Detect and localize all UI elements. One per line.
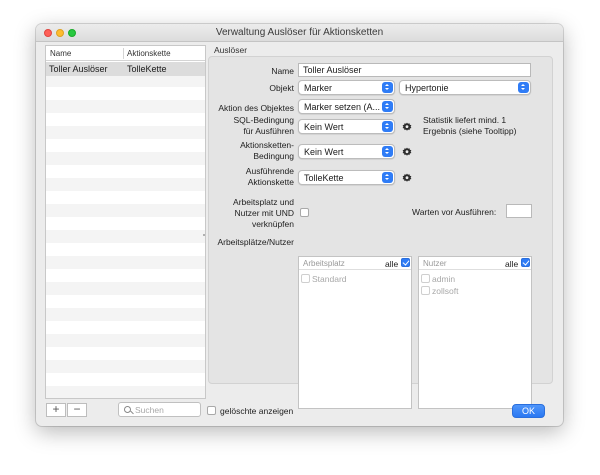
show-deleted-checkbox[interactable] [207,406,216,415]
user-checkbox[interactable] [421,286,430,295]
user-all-checkbox[interactable] [521,258,530,267]
sql-select[interactable]: Kein Wert [298,119,395,134]
search-icon [124,406,131,413]
chevron-updown-icon [382,121,393,132]
workplace-list-header: Arbeitsplatz alle [299,257,411,270]
list-header: Name Aktionskette [46,46,205,61]
exec-chain-label-line2: Aktionskette [247,177,294,187]
user-checkbox[interactable] [421,274,430,283]
chevron-updown-icon [382,146,393,157]
window-title: Verwaltung Auslöser für Aktionsketten [215,27,384,38]
chain-cond-label-line1: Aktionsketten- [240,140,294,150]
remove-button[interactable]: − [67,403,87,417]
user-list-header: Nutzer alle [419,257,531,270]
row-name: Toller Auslöser [49,64,108,74]
action-select[interactable]: Marker setzen (A... [298,99,395,114]
workplace-list-title: Arbeitsplatz [303,259,345,268]
sql-hint-line1: Statistik liefert mind. 1 [423,115,507,125]
workplace-all-checkbox[interactable] [401,258,410,267]
sql-hint-line2: Ergebnis (siehe Tooltipp) [423,126,517,136]
table-row[interactable]: Toller Auslöser TolleKette [46,62,205,76]
combine-label-line1: Arbeitsplatz und [233,197,294,207]
user-all-label: alle [505,259,519,269]
window: Verwaltung Auslöser für Aktionsketten Na… [36,24,563,426]
action-select-value: Marker setzen (A... [304,102,381,112]
list-rows [46,61,205,398]
column-header-chain[interactable]: Aktionskette [127,49,171,58]
exec-chain-label-line1: Ausführende [245,166,294,176]
column-divider [123,48,124,59]
object-label: Objekt [269,83,294,93]
exec-chain-select-value: TolleKette [304,173,344,183]
sql-label-line2: für Ausführen [243,126,294,136]
chevron-updown-icon [382,82,393,93]
object-select-value: Marker [304,83,333,93]
list-item: zollsoft [432,286,459,296]
gear-icon[interactable] [402,122,412,132]
workplace-checkbox[interactable] [301,274,310,283]
chain-cond-select-value: Kein Wert [304,147,344,157]
exec-chain-select[interactable]: TolleKette [298,170,395,185]
object-sub-select[interactable]: Hypertonie [399,80,531,95]
add-button[interactable]: + [46,403,66,417]
wait-field[interactable] [506,204,532,218]
sql-label-line1: SQL-Bedingung [233,115,295,125]
combine-label-line2: Nutzer mit UND [234,208,294,218]
splitter-handle[interactable] [203,234,205,236]
user-list-title: Nutzer [423,259,447,268]
list-item: Standard [312,274,347,284]
gear-icon[interactable] [402,147,412,157]
combine-checkbox[interactable] [300,208,309,217]
trigger-list[interactable]: Name Aktionskette Toller Auslöser TolleK… [45,45,206,399]
chevron-updown-icon [382,172,393,183]
chain-cond-select[interactable]: Kein Wert [298,144,395,159]
wait-label: Warten vor Ausführen: [412,207,497,217]
chevron-updown-icon [382,101,393,112]
show-deleted-label: gelöschte anzeigen [220,406,294,416]
combine-label-line3: verknüpfen [251,219,294,229]
chevron-updown-icon [518,82,529,93]
workplace-list[interactable]: Arbeitsplatz alle Standard [298,256,412,409]
search-field[interactable] [118,402,201,417]
search-input[interactable] [135,404,199,415]
list-item: admin [432,274,456,284]
name-field[interactable] [298,63,531,77]
section-title: Auslöser [214,45,248,55]
object-sub-select-value: Hypertonie [405,83,449,93]
user-list[interactable]: Nutzer alle admin zollsoft [418,256,532,409]
object-select[interactable]: Marker [298,80,395,95]
workplace-all-label: alle [385,259,399,269]
places-users-label: Arbeitsplätze/Nutzer [217,237,294,247]
gear-icon[interactable] [402,173,412,183]
title-bar: Verwaltung Auslöser für Aktionsketten [36,24,563,42]
column-header-name[interactable]: Name [50,49,71,58]
name-label: Name [271,66,294,76]
action-label: Aktion des Objektes [218,103,294,113]
chain-cond-label-line2: Bedingung [253,151,294,161]
sql-select-value: Kein Wert [304,122,344,132]
row-chain: TolleKette [127,64,167,74]
ok-button[interactable]: OK [512,404,545,418]
